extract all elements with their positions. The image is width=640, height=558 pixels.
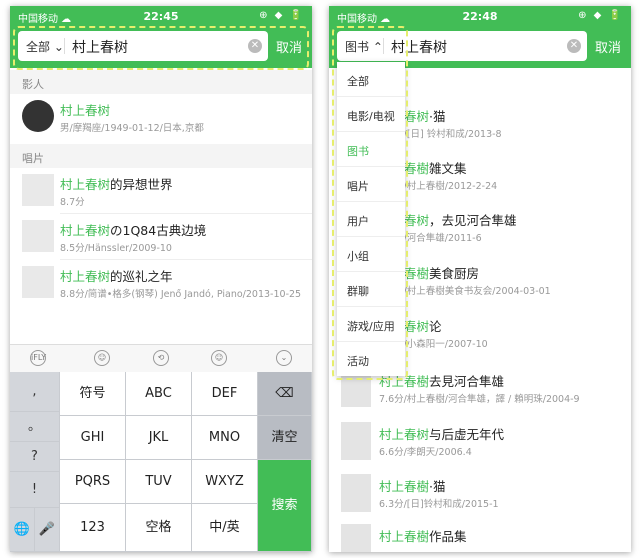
book-title: 村上春树与后虚无年代: [379, 427, 505, 442]
record-title: 村上春树的异想世界: [60, 177, 173, 192]
key-tuv[interactable]: TUV: [126, 460, 192, 504]
key-period[interactable]: 。: [10, 412, 60, 442]
album-cover: [22, 266, 54, 298]
book-meta: 6.3分/[日]铃村和成/2015-1: [379, 499, 499, 510]
key-jkl[interactable]: JKL: [126, 416, 192, 460]
chevron-down-icon[interactable]: ⌄: [276, 350, 292, 366]
smile-icon[interactable]: ☺: [211, 350, 227, 366]
key-wxyz[interactable]: WXYZ: [192, 460, 258, 504]
record-meta: 8.8分/简谱•格多(钢琴) Jenő Jandó, Piano/2013-10…: [60, 289, 302, 300]
list-item[interactable]: 村上春樹·猫 6.3分/[日]铃村和成/2015-1: [329, 468, 631, 518]
record-title: 村上春树的巡礼之年: [60, 269, 173, 284]
key-comma[interactable]: ,: [10, 372, 60, 412]
keyboard: , 。 ? ! 符号 ABC DEF ⌫ GHI JKL MNO 清空 PQRS…: [10, 372, 312, 552]
lang-switch-key[interactable]: 中/英: [192, 504, 258, 552]
list-item[interactable]: 村上春樹作品集: [329, 518, 631, 552]
section-header-people: 影人: [10, 70, 312, 94]
status-bar: 中国移动 ☁ 22:48 ⊕ ◆ 🔋: [329, 6, 631, 26]
key-symbols[interactable]: 符号: [60, 372, 126, 416]
right-phone-screen: 中国移动 ☁ 22:48 ⊕ ◆ 🔋 图书 ⌃ 村上春树 ✕ 取消 村上春树·猫…: [329, 6, 631, 552]
album-cover: [22, 220, 54, 252]
left-phone-screen: 中国移动 ☁ 22:45 ⊕ ◆ 🔋 全部 ⌄ 村上春树 ✕ 取消 影人 村上春…: [10, 6, 312, 552]
cancel-button[interactable]: 取消: [595, 37, 621, 56]
search-key[interactable]: 搜索: [258, 460, 312, 552]
key-abc[interactable]: ABC: [126, 372, 192, 416]
cursor-icon[interactable]: ⟲: [153, 350, 169, 366]
status-bar: 中国移动 ☁ 22:45 ⊕ ◆ 🔋: [10, 6, 312, 26]
list-item[interactable]: 村上春树与后虚无年代 6.6分/李朗天/2006.4: [329, 416, 631, 466]
ifly-icon[interactable]: iFLY: [30, 350, 46, 366]
mic-icon[interactable]: 🎤: [35, 508, 60, 552]
book-meta: 6.6分/李朗天/2006.4: [379, 447, 472, 458]
person-name: 村上春树: [60, 103, 111, 118]
list-item[interactable]: 村上春树的异想世界 8.7分: [10, 168, 312, 214]
list-item[interactable]: 村上春树 男/摩羯座/1949-01-12/日本,京都: [10, 94, 312, 140]
keyboard-toolbar: iFLY ☺ ⟲ ☺ ⌄: [10, 344, 312, 372]
album-cover: [22, 174, 54, 206]
highlight-box: [13, 26, 309, 70]
emoji-icon[interactable]: ☺: [94, 350, 110, 366]
key-question[interactable]: ?: [10, 442, 60, 472]
book-cover: [341, 524, 371, 552]
status-icons: ⊕ ◆ 🔋: [259, 10, 304, 21]
record-title: 村上春树の1Q84古典边境: [60, 223, 207, 238]
list-item[interactable]: 村上春树的巡礼之年 8.8分/简谱•格多(钢琴) Jenő Jandó, Pia…: [10, 260, 312, 306]
book-title: 村上春樹·猫: [379, 479, 446, 494]
book-title: 村上春樹作品集: [379, 529, 467, 544]
key-exclaim[interactable]: !: [10, 472, 60, 508]
key-pqrs[interactable]: PQRS: [60, 460, 126, 504]
backspace-key[interactable]: ⌫: [258, 372, 312, 416]
globe-icon[interactable]: 🌐: [10, 508, 35, 552]
status-icons: ⊕ ◆ 🔋: [578, 10, 623, 21]
key-123[interactable]: 123: [60, 504, 126, 552]
key-def[interactable]: DEF: [192, 372, 258, 416]
clear-icon[interactable]: ✕: [567, 39, 581, 53]
record-meta: 8.5分/Hänssler/2009-10: [60, 243, 172, 254]
avatar: [22, 100, 54, 132]
book-meta: 7.6分/村上春樹/河合隼雄，譯 / 賴明珠/2004-9: [379, 394, 580, 405]
person-meta: 男/摩羯座/1949-01-12/日本,京都: [60, 123, 204, 134]
section-header-records: 唱片: [10, 144, 312, 168]
record-meta: 8.7分: [60, 197, 85, 208]
key-mno[interactable]: MNO: [192, 416, 258, 460]
key-ghi[interactable]: GHI: [60, 416, 126, 460]
book-cover: [341, 422, 371, 460]
clear-key[interactable]: 清空: [258, 416, 312, 460]
list-item[interactable]: 村上春树の1Q84古典边境 8.5分/Hänssler/2009-10: [10, 214, 312, 260]
book-cover: [341, 474, 371, 512]
highlight-box: [332, 26, 408, 380]
space-key[interactable]: 空格: [126, 504, 192, 552]
